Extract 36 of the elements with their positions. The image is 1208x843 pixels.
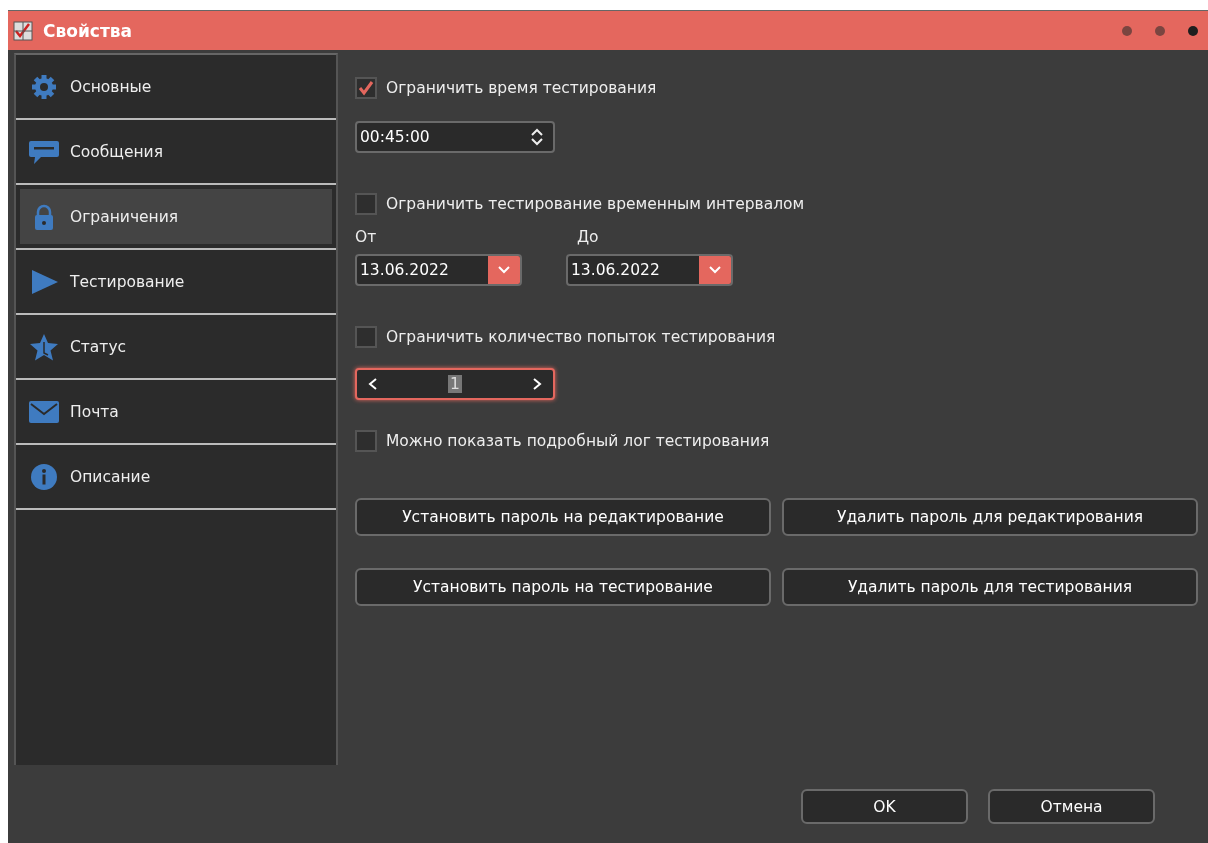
cancel-button[interactable]: Отмена xyxy=(988,789,1155,824)
checkbox[interactable] xyxy=(355,326,377,348)
app-icon xyxy=(13,20,33,41)
checkbox[interactable] xyxy=(355,193,377,215)
field-label: От xyxy=(355,228,378,246)
sidebar-item[interactable]: Описание xyxy=(16,445,336,510)
sidebar-item[interactable]: Статус xyxy=(16,315,336,380)
sidebar-item[interactable]: Почта xyxy=(16,380,336,445)
password-button[interactable]: Установить пароль на тестирование xyxy=(355,568,771,606)
checkbox-label: Ограничить тестирование временным интервалом xyxy=(386,195,805,213)
checkbox[interactable] xyxy=(355,430,377,452)
chevron-right-icon[interactable] xyxy=(531,377,543,391)
chevron-left-icon[interactable] xyxy=(367,377,379,391)
password-button[interactable]: Установить пароль на редактирование xyxy=(355,498,771,536)
sidebar-item[interactable]: Основные xyxy=(16,55,336,120)
window-title: Свойства xyxy=(43,20,133,41)
password-button[interactable]: Удалить пароль для редактирования xyxy=(782,498,1198,536)
checkbox[interactable] xyxy=(355,77,377,99)
checkbox-label: Ограничить время тестирования xyxy=(386,79,657,97)
star-icon xyxy=(28,332,60,361)
ok-button[interactable]: OK xyxy=(801,789,968,824)
checkbox-label: Ограничить количество попыток тестирования xyxy=(386,328,776,346)
password-button[interactable]: Удалить пароль для тестирования xyxy=(782,568,1198,606)
dot-icon[interactable] xyxy=(1155,25,1165,36)
sidebar-item[interactable]: Тестирование xyxy=(16,250,336,315)
checkbox-label: Можно показать подробный лог тестирования xyxy=(386,432,770,450)
date-field[interactable]: 13.06.2022 xyxy=(355,254,522,286)
dropdown-button[interactable] xyxy=(488,256,520,284)
time-spinbox[interactable]: 00:45:00 xyxy=(355,121,555,153)
date-field[interactable]: 13.06.2022 xyxy=(566,254,733,286)
info-icon xyxy=(28,462,60,491)
dot-icon[interactable] xyxy=(1188,25,1198,36)
field-label: До xyxy=(577,228,599,246)
up-down-chevron-icon xyxy=(529,127,545,147)
dot-icon[interactable] xyxy=(1122,25,1132,36)
dropdown-button[interactable] xyxy=(699,256,731,284)
